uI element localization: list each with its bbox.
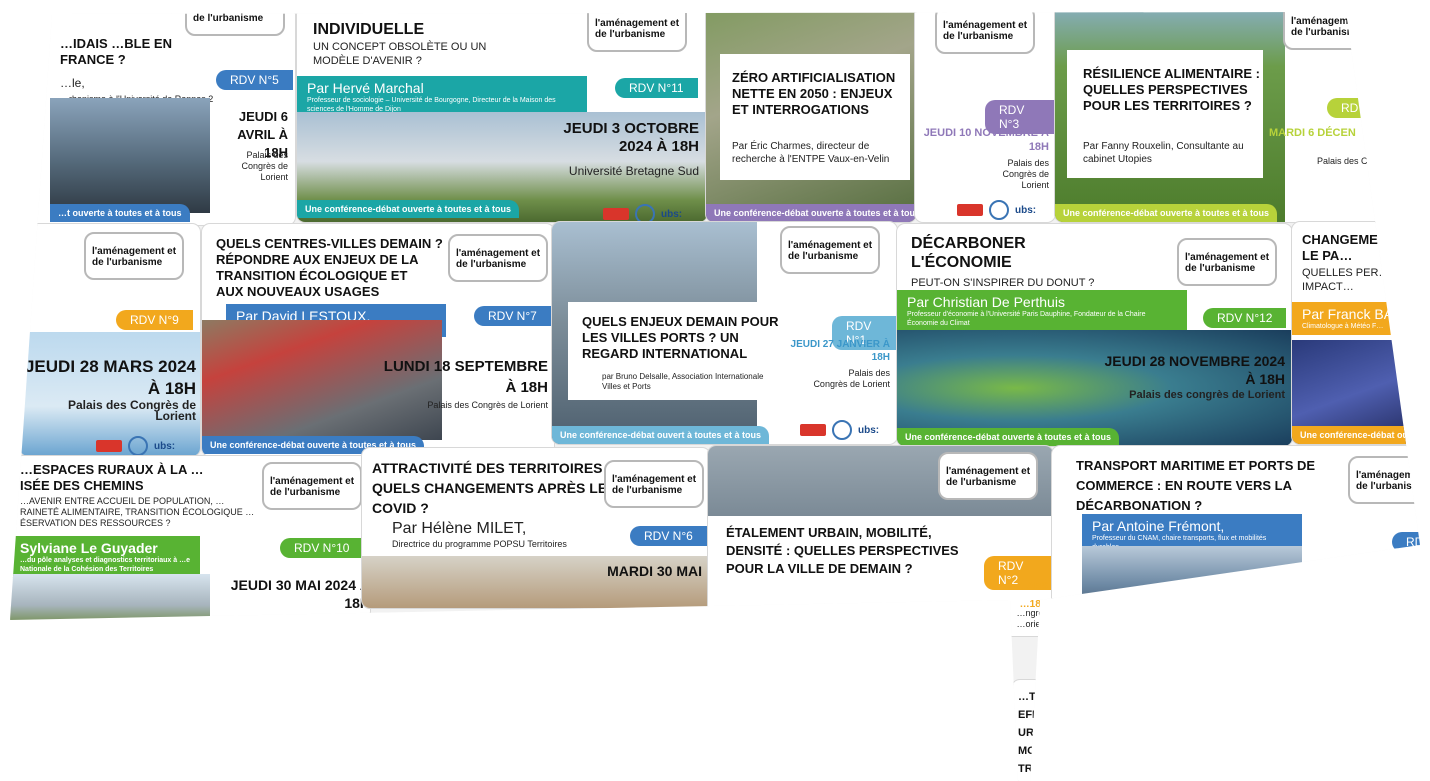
- rdv-number-badge: RDV N°10: [280, 538, 364, 558]
- event-date: LUNDI 18 SEPTEMBRE À 18H: [383, 358, 548, 396]
- event-date: JEUDI 28 MARS 2024 À 18H: [24, 357, 196, 398]
- speaker-banner: Par Franck BA… Climatologue à Météo F…: [1292, 302, 1420, 335]
- poster-title: CHANGEME… DANS LE PA…: [1302, 232, 1430, 263]
- event-place: Palais des C…: [1317, 156, 1377, 166]
- event-date: JEUDI 10 NOVEMBRE À 18H: [923, 127, 1049, 153]
- poster-title: RÉSILIENCE ALIMENTAIRE : QUELLES PERSPEC…: [1083, 66, 1260, 113]
- sponsor-logos: ubs:: [603, 204, 682, 222]
- rdv-logo: l'aménagement et de l'urbanisme: [587, 12, 687, 52]
- poster-title: DÉCARBONER L'ÉCONOMIE: [911, 235, 1026, 271]
- speaker-name: Par Fanny Rouxelin, Consultante au cabin…: [1083, 141, 1244, 165]
- poster-rdv1: QUELS ENJEUX DEMAIN POUR LES VILLES PORT…: [552, 222, 897, 444]
- poster-rdv11: INDIVIDUELLE UN CONCEPT OBSOLÈTE OU UN M…: [297, 12, 707, 222]
- poster-zan: ZÉRO ARTIFICIALISATION NETTE EN 2050 : E…: [706, 12, 916, 222]
- poster-rdv5: …IDAIS …BLE EN FRANCE ? …le, …rbanisme à…: [20, 12, 295, 225]
- poster-title: TRANSPORT MARITIME ET PORTS DE COMMERCE …: [1076, 458, 1316, 513]
- event-date: JEUDI 3 OCTOBRE 2024 À 18H: [563, 120, 699, 155]
- footer-banner: …t ouverte à toutes et à tous: [50, 204, 190, 222]
- poster-climat: CHANGEME… DANS LE PA… QUELLES PER… QUELS…: [1292, 222, 1430, 444]
- poster-title: INDIVIDUELLE: [313, 21, 425, 38]
- poster-subtitle: UN CONCEPT OBSOLÈTE OU UN MODÈLE D'AVENI…: [313, 41, 487, 67]
- speaker-banner: Sylviane Le Guyader …du pôle analyses et …: [10, 536, 200, 578]
- poster-title: ÉTALEMENT URBAIN, MOBILITÉ, DENSITÉ : QU…: [726, 525, 959, 576]
- port-cranes-photo: [1082, 546, 1302, 622]
- rdv-logo: l'aménagement et de l'urbanisme: [1283, 12, 1383, 50]
- footer-banner: Une conférence-débat ouverte à toutes et…: [706, 204, 916, 222]
- sponsor-logos: ubs:: [957, 200, 1036, 220]
- speaker-banner: Par Hélène MILET, Directrice du programme…: [392, 520, 567, 549]
- event-place: Palais des Congrès de Lorient: [67, 398, 196, 423]
- rdv-logo: l'aménagement et de l'urbanisme: [448, 234, 548, 282]
- footer-banner: Une conférence-débat ouverte à toutes et…: [897, 428, 1120, 446]
- speaker-banner: Par Christian De Perthuis Professeur d'éc…: [897, 290, 1187, 332]
- event-date: JEUDI 30 MAI 2024 À 18H: [230, 577, 370, 611]
- poster-subtitle: …AVENIR ENTRE ACCUEIL DE POPULATION, …RA…: [20, 496, 255, 528]
- sponsor-logos: ubs:: [800, 420, 879, 440]
- event-date: JEUDI 27 JANVIER À 18H: [790, 339, 890, 363]
- footer-banner: Une conférence-débat ou…: [1292, 426, 1420, 444]
- poster-rdv10: …ESPACES RURAUX À LA …ISÉE DES CHEMINS ……: [10, 456, 370, 626]
- event-place: Palais des Congrès de Lorient: [241, 150, 288, 182]
- footer-banner: Une conférence-débat ouvert à toutes et …: [552, 426, 770, 444]
- rdv-logo: l'aménagement et de l'urbanisme: [1177, 238, 1277, 286]
- rdv-logo: l'aménagement et de l'urbanisme: [935, 12, 1035, 54]
- city-photo: [50, 98, 210, 213]
- event-place: Palais des Congrès de Lorient: [1002, 158, 1049, 190]
- event-date: MARDI 30 MAI: [607, 563, 702, 579]
- poster-title: …TICULER EFFICAC… …URBANISME… …MODÈLE H……: [1018, 691, 1121, 775]
- event-place: Palais des Congrès de Lorient: [427, 400, 548, 410]
- rdv-number-badge: RDV N°12: [1203, 308, 1287, 328]
- rdv-logo: l'aménagement et de l'urbanisme: [262, 462, 362, 510]
- rdv-number-badge: RDV N°11: [615, 78, 698, 98]
- poster-title: QUELS CENTRES-VILLES DEMAIN ?: [216, 236, 443, 251]
- footer-banner: Une conférence-débat ouverte à toutes et…: [1055, 204, 1278, 222]
- rdv-logo: l'aménagement et de l'urbanisme: [604, 460, 704, 508]
- event-date: JEUDI 28 NOVEMBRE 2024 À 18H: [1104, 353, 1285, 387]
- rdv-logo: l'aménagement et de l'urbanisme: [1348, 456, 1420, 504]
- rdv-logo: l'aménagement et de l'urbanisme: [780, 226, 880, 274]
- rdv-number-badge: RDV N°5: [216, 70, 293, 90]
- poster-rdv12: DÉCARBONER L'ÉCONOMIE PEUT-ON S'INSPIRER…: [897, 224, 1292, 446]
- rdv-number-badge: RDV N°7: [474, 306, 551, 326]
- poster-subtitle: QUELLES PER… QUELS IMPACT…: [1302, 267, 1430, 293]
- rdv-number-badge: RD: [1327, 98, 1373, 118]
- poster-subtitle: PEUT-ON S'INSPIRER DU DONUT ?: [911, 277, 1095, 289]
- speaker-name: …le,: [60, 76, 85, 90]
- rdv-logo: l'aménagement et de l'urbanisme: [938, 452, 1038, 500]
- poster-rdv3: l'aménagement et de l'urbanisme RDV N°3 …: [915, 12, 1055, 222]
- poster-maritime: TRANSPORT MARITIME ET PORTS DE COMMERCE …: [1052, 446, 1420, 686]
- houses-photo: [10, 574, 210, 626]
- rdv-number-badge: RDV N°6: [630, 526, 707, 546]
- rdv-logo: l'aménagement et de l'urbanisme: [84, 232, 184, 280]
- poster-collage: …IDAIS …BLE EN FRANCE ? …le, …rbanisme à…: [10, 12, 1430, 781]
- event-date: MARDI 6 DÉCEN: [1269, 127, 1356, 139]
- poster-title: …IDAIS …BLE EN FRANCE ?: [60, 36, 172, 67]
- info-line: Info et inscription : www.aud…: [1082, 644, 1177, 651]
- poster-title: QUELS ENJEUX DEMAIN POUR LES VILLES PORT…: [582, 314, 779, 361]
- poster-rdv9: l'aménagement et de l'urbanisme RDV N°9 …: [20, 224, 200, 456]
- footer-banner: Une conférence-débat ouvert…: [1082, 620, 1232, 638]
- rdv-number-badge: RDV N°9: [116, 310, 193, 330]
- poster-title: ZÉRO ARTIFICIALISATION NETTE EN 2050 : E…: [732, 70, 896, 117]
- speaker-name: Par Éric Charmes, directeur de recherche…: [732, 141, 890, 165]
- rdv-logo: l'aménagement et de l'urbanisme: [185, 12, 285, 36]
- poster-title: ATTRACTIVITÉ DES TERRITOIRES QUELS CHANG…: [372, 460, 608, 516]
- poster-title: …ESPACES RURAUX À LA …ISÉE DES CHEMINS: [20, 462, 204, 493]
- event-place: Palais des Congrès de Lorient: [813, 368, 890, 389]
- event-place: Palais des congrès de Lorient: [1129, 389, 1285, 401]
- poster-subtitle: RÉPONDRE AUX ENJEUX DE LA TRANSITION ÉCO…: [216, 252, 419, 299]
- rdv-number-badge: RDV: [1392, 532, 1420, 552]
- poster-rdv2: l'aménagement et de l'urbanisme ÉTALEMEN…: [708, 446, 1053, 636]
- poster-rdv7: QUELS CENTRES-VILLES DEMAIN ? RÉPONDRE A…: [202, 224, 554, 456]
- event-place: Université Bretagne Sud: [568, 164, 699, 178]
- sponsor-logos: ubs:: [96, 436, 175, 456]
- poster-resilience: RÉSILIENCE ALIMENTAIRE : QUELLES PERSPEC…: [1055, 12, 1420, 222]
- poster-rdv6: ATTRACTIVITÉ DES TERRITOIRES QUELS CHANG…: [362, 448, 710, 608]
- speaker-name: par Bruno Delsalle, Association Internat…: [602, 372, 764, 391]
- poster-partial: …TICULER EFFICAC… …URBANISME… …MODÈLE H……: [1012, 680, 1132, 781]
- footer-banner: Une conférence-débat ouverte à toutes et…: [297, 200, 520, 218]
- event-place: …ngrès …orient: [1016, 608, 1048, 629]
